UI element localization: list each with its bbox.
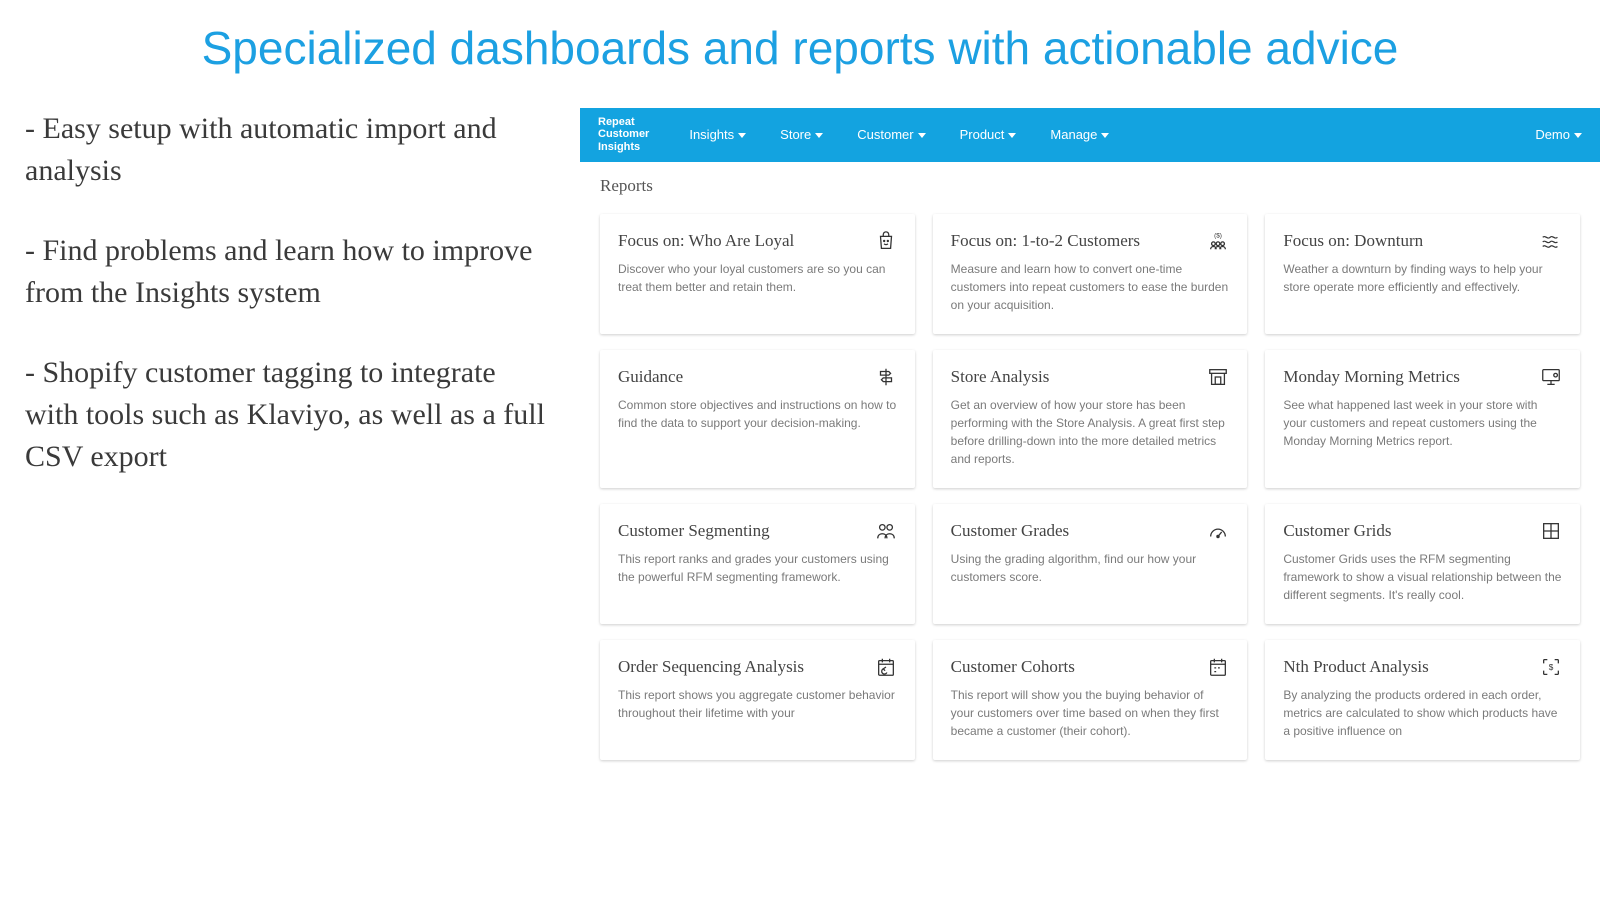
bag-icon: [875, 230, 897, 252]
nav-store[interactable]: Store: [780, 127, 823, 142]
card-description: Weather a downturn by finding ways to he…: [1283, 260, 1562, 296]
calendar-cycle-icon: [875, 656, 897, 678]
chevron-down-icon: [815, 133, 823, 138]
card-title: Order Sequencing Analysis: [618, 656, 804, 677]
bullet-item: - Easy setup with automatic import and a…: [25, 108, 550, 192]
chevron-down-icon: [738, 133, 746, 138]
card-description: Customer Grids uses the RFM segmenting f…: [1283, 550, 1562, 604]
brand-logo[interactable]: Repeat Customer Insights: [598, 116, 649, 152]
card-title: Focus on: Downturn: [1283, 230, 1423, 251]
monitor-icon: [1540, 366, 1562, 388]
group-icon: [875, 520, 897, 542]
chevron-down-icon: [1101, 133, 1109, 138]
bullet-item: - Shopify customer tagging to integrate …: [25, 352, 550, 478]
card-title: Monday Morning Metrics: [1283, 366, 1460, 387]
card-title: Customer Grades: [951, 520, 1070, 541]
report-card[interactable]: Focus on: Downturn Weather a downturn by …: [1265, 214, 1580, 334]
report-card[interactable]: Nth Product Analysis By analyzing the pro…: [1265, 640, 1580, 760]
chevron-down-icon: [1008, 133, 1016, 138]
report-card[interactable]: Customer Cohorts This report will show yo…: [933, 640, 1248, 760]
card-title: Store Analysis: [951, 366, 1050, 387]
report-card[interactable]: Customer Segmenting This report ranks and…: [600, 504, 915, 624]
card-title: Guidance: [618, 366, 683, 387]
section-title: Reports: [580, 162, 1600, 214]
bullet-item: - Find problems and learn how to improve…: [25, 230, 550, 314]
people-money-icon: [1207, 230, 1229, 252]
calendar-icon: [1207, 656, 1229, 678]
card-description: Common store objectives and instructions…: [618, 396, 897, 432]
card-description: This report shows you aggregate customer…: [618, 686, 897, 722]
report-card[interactable]: Customer Grids Customer Grids uses the RF…: [1265, 504, 1580, 624]
card-title: Customer Grids: [1283, 520, 1391, 541]
nav-customer[interactable]: Customer: [857, 127, 925, 142]
waves-icon: [1540, 230, 1562, 252]
report-card[interactable]: Customer Grades Using the grading algorit…: [933, 504, 1248, 624]
app-screenshot: Repeat Customer Insights Insights Store …: [580, 108, 1600, 760]
card-description: See what happened last week in your stor…: [1283, 396, 1562, 450]
card-title: Focus on: Who Are Loyal: [618, 230, 794, 251]
card-description: This report will show you the buying beh…: [951, 686, 1230, 740]
card-description: This report ranks and grades your custom…: [618, 550, 897, 586]
dial-icon: [1207, 520, 1229, 542]
feature-bullets: - Easy setup with automatic import and a…: [0, 108, 580, 900]
card-description: Get an overview of how your store has be…: [951, 396, 1230, 468]
card-description: Using the grading algorithm, find our ho…: [951, 550, 1230, 586]
report-card[interactable]: Store Analysis Get an overview of how you…: [933, 350, 1248, 488]
report-card[interactable]: Monday Morning Metrics See what happened …: [1265, 350, 1580, 488]
chevron-down-icon: [918, 133, 926, 138]
card-description: Measure and learn how to convert one-tim…: [951, 260, 1230, 314]
card-title: Customer Segmenting: [618, 520, 770, 541]
card-title: Focus on: 1-to-2 Customers: [951, 230, 1140, 251]
chevron-down-icon: [1574, 133, 1582, 138]
nav-demo[interactable]: Demo: [1535, 127, 1582, 142]
nav-product[interactable]: Product: [960, 127, 1017, 142]
storefront-icon: [1207, 366, 1229, 388]
page-headline: Specialized dashboards and reports with …: [0, 0, 1600, 108]
signpost-icon: [875, 366, 897, 388]
scan-money-icon: [1540, 656, 1562, 678]
card-title: Nth Product Analysis: [1283, 656, 1428, 677]
card-description: By analyzing the products ordered in eac…: [1283, 686, 1562, 740]
card-title: Customer Cohorts: [951, 656, 1075, 677]
report-card[interactable]: Order Sequencing Analysis This report sho…: [600, 640, 915, 760]
report-card[interactable]: Guidance Common store objectives and inst…: [600, 350, 915, 488]
report-card[interactable]: Focus on: 1-to-2 Customers Measure and le…: [933, 214, 1248, 334]
card-description: Discover who your loyal customers are so…: [618, 260, 897, 296]
nav-insights[interactable]: Insights: [689, 127, 746, 142]
nav-manage[interactable]: Manage: [1050, 127, 1109, 142]
navbar: Repeat Customer Insights Insights Store …: [580, 108, 1600, 162]
report-card[interactable]: Focus on: Who Are Loyal Discover who your…: [600, 214, 915, 334]
grid-icon: [1540, 520, 1562, 542]
